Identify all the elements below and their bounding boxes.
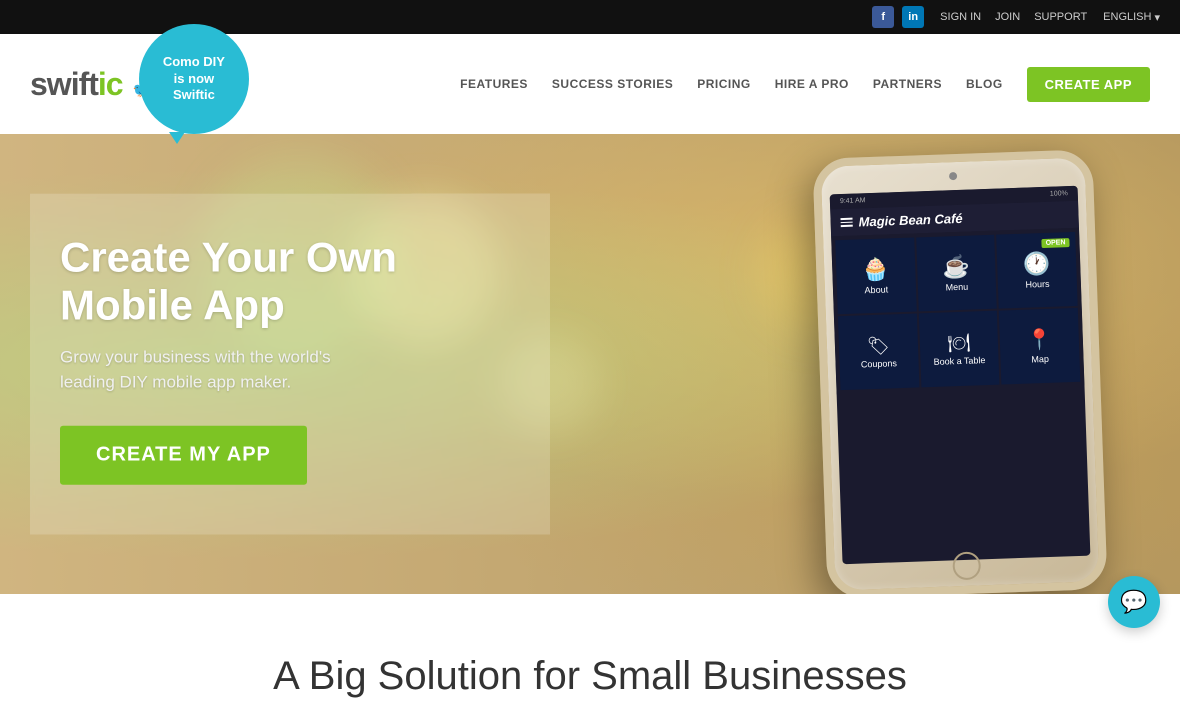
menu-icon: ☕ xyxy=(942,256,970,279)
hero-content: Create Your Own Mobile App Grow your bus… xyxy=(30,194,550,535)
hamburger-line-1 xyxy=(840,218,852,220)
facebook-icon[interactable]: f xyxy=(872,6,894,28)
phone-mockup: 9:41 AM 100% Magic Bean Café 🧁 xyxy=(812,149,1107,594)
phone-app-title: Magic Bean Café xyxy=(858,211,963,230)
main-nav: FEATURES SUCCESS STORIES PRICING HIRE A … xyxy=(460,67,1150,102)
about-label: About xyxy=(864,284,888,295)
bubble-line3: Swiftic xyxy=(173,87,215,104)
nav-pricing[interactable]: PRICING xyxy=(697,77,751,91)
hero-section: Create Your Own Mobile App Grow your bus… xyxy=(0,134,1180,594)
phone-screen: 9:41 AM 100% Magic Bean Café 🧁 xyxy=(830,186,1091,564)
map-label: Map xyxy=(1031,354,1049,365)
coupons-label: Coupons xyxy=(861,358,897,369)
hero-subtitle-line2: leading DIY mobile app maker. xyxy=(60,373,291,392)
language-label: ENGLISH xyxy=(1103,11,1151,23)
nav-hire-a-pro[interactable]: HIRE A PRO xyxy=(775,77,849,91)
speech-bubble: Como DIY is now Swiftic xyxy=(139,24,249,134)
hero-title: Create Your Own Mobile App xyxy=(60,234,510,331)
hours-icon: 🕐 xyxy=(1023,253,1051,276)
header: swiftic 🐦 Como DIY is now Swiftic FEATUR… xyxy=(0,34,1180,134)
coupons-icon: 🏷 xyxy=(867,336,890,355)
about-icon: 🧁 xyxy=(862,258,890,281)
chat-bubble-icon: 💬 xyxy=(1120,589,1147,615)
phone-grid: 🧁 About ☕ Menu OPEN 🕐 Hours xyxy=(831,228,1084,395)
menu-label: Menu xyxy=(946,282,969,293)
nav-blog[interactable]: BLOG xyxy=(966,77,1003,91)
hamburger-line-2 xyxy=(841,221,853,223)
logo-area: swiftic 🐦 Como DIY is now Swiftic xyxy=(30,34,249,134)
support-link[interactable]: SUPPORT xyxy=(1034,11,1087,23)
grid-item-about[interactable]: 🧁 About xyxy=(835,238,916,315)
language-selector[interactable]: ENGLISH ▾ xyxy=(1103,11,1160,24)
grid-item-map[interactable]: 📍 Map xyxy=(999,308,1080,385)
hero-subtitle-line1: Grow your business with the world's xyxy=(60,347,331,366)
lang-arrow-icon: ▾ xyxy=(1154,11,1160,24)
phone-time: 9:41 AM xyxy=(840,197,866,205)
nav-success-stories[interactable]: SUCCESS STORIES xyxy=(552,77,673,91)
linkedin-icon[interactable]: in xyxy=(902,6,924,28)
bubble-line2: is now xyxy=(174,71,214,88)
signin-link[interactable]: SIGN IN xyxy=(940,11,981,23)
hamburger-icon xyxy=(840,218,852,227)
join-link[interactable]: JOIN xyxy=(995,11,1020,23)
phone-battery: 100% xyxy=(1050,190,1068,198)
nav-features[interactable]: FEATURES xyxy=(460,77,528,91)
chat-bubble-button[interactable]: 💬 xyxy=(1108,576,1160,628)
map-icon: 📍 xyxy=(1027,330,1053,351)
open-badge: OPEN xyxy=(1041,238,1069,248)
top-bar-links: SIGN IN JOIN SUPPORT xyxy=(940,11,1087,23)
grid-item-menu[interactable]: ☕ Menu xyxy=(916,235,997,312)
phone-container: 9:41 AM 100% Magic Bean Café 🧁 xyxy=(780,154,1120,594)
bottom-section: A Big Solution for Small Businesses xyxy=(0,594,1180,719)
social-icons: f in xyxy=(872,6,924,28)
phone-camera xyxy=(949,172,957,180)
create-my-app-button[interactable]: CREATE MY APP xyxy=(60,425,307,484)
create-app-button[interactable]: CREATE APP xyxy=(1027,67,1150,102)
hero-panel: Create Your Own Mobile App Grow your bus… xyxy=(30,194,550,535)
grid-item-book-table[interactable]: 🍽 Book a Table xyxy=(919,311,1000,388)
bottom-title: A Big Solution for Small Businesses xyxy=(0,654,1180,699)
book-table-label: Book a Table xyxy=(933,355,985,367)
bubble-line1: Como DIY xyxy=(163,54,225,71)
hours-label: Hours xyxy=(1025,279,1049,290)
book-table-icon: 🍽 xyxy=(947,334,970,353)
grid-item-coupons[interactable]: 🏷 Coupons xyxy=(838,313,919,390)
logo[interactable]: swiftic 🐦 xyxy=(30,66,149,103)
hamburger-line-3 xyxy=(841,225,853,227)
hero-subtitle: Grow your business with the world's lead… xyxy=(60,344,510,395)
grid-item-hours[interactable]: OPEN 🕐 Hours xyxy=(996,232,1077,309)
nav-partners[interactable]: PARTNERS xyxy=(873,77,942,91)
phone-home-button[interactable] xyxy=(952,551,981,580)
